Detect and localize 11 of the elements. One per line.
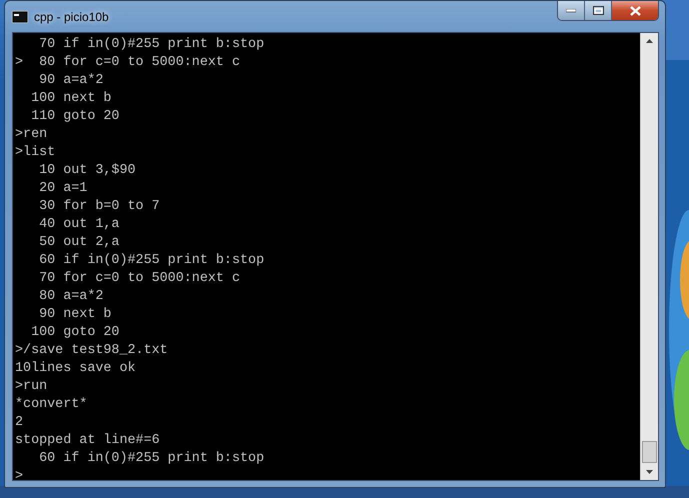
console-output: 70 if in(0)#255 print b:stop > 80 for c=0 to 5000:next c 90 a=a*2 100 next b 110 goto 20 >ren >list 10 out 3,$90 20 a=1 30 for b=0 to 7 40 out 1,a 50 out 2,a 60 if in(0)#255 print b:stop 70 for c=0 to 5000:next c 80 a=a*2 90 next b 100 goto 20 >/save test98_2.txt 10lines save ok >run *convert* 2 stopped at line#=6 60 if in(0)#255 print b:stop > bbox=[14, 36, 266, 480]
close-icon bbox=[630, 6, 640, 16]
maximize-button[interactable] bbox=[585, 1, 612, 20]
console-icon bbox=[12, 10, 28, 22]
minimize-button[interactable] bbox=[558, 1, 585, 20]
window-title: cpp - picio10b bbox=[34, 10, 110, 24]
scroll-thumb[interactable] bbox=[642, 441, 657, 463]
close-button[interactable] bbox=[612, 1, 658, 20]
scrollbar[interactable] bbox=[640, 33, 658, 480]
maximize-icon bbox=[592, 6, 604, 15]
minimize-icon bbox=[566, 8, 576, 12]
